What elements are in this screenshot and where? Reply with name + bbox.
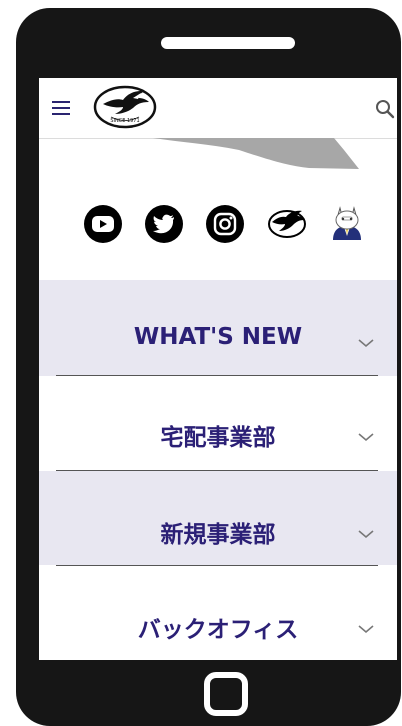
chevron-down-icon[interactable]: [357, 431, 375, 443]
social-links: [39, 204, 397, 246]
search-icon[interactable]: [374, 98, 396, 120]
section-title: WHAT'S NEW: [133, 324, 303, 350]
header-bar: SINCE 1971: [39, 78, 397, 139]
company-logo[interactable]: SINCE 1971: [93, 84, 157, 130]
phone-screen: SINCE 1971 WHAT'S NEW 宅配事業部 新規事業部 バックオフィ…: [39, 78, 397, 660]
section-title: バックオフィス: [137, 617, 299, 643]
section-delivery[interactable]: 宅配事業部: [39, 376, 397, 470]
logo-icon[interactable]: [267, 204, 307, 244]
mascot-icon[interactable]: [327, 204, 367, 244]
phone-speaker: [161, 37, 295, 49]
chevron-down-icon[interactable]: [357, 337, 375, 349]
phone-frame: SINCE 1971 WHAT'S NEW 宅配事業部 新規事業部 バックオフィ…: [16, 8, 401, 726]
section-whats-new[interactable]: WHAT'S NEW: [39, 280, 397, 376]
section-back-office[interactable]: バックオフィス: [39, 566, 397, 660]
svg-text:SINCE 1971: SINCE 1971: [110, 118, 139, 124]
phone-home-button: [204, 672, 248, 716]
chevron-down-icon[interactable]: [357, 623, 375, 635]
hamburger-menu-icon[interactable]: [52, 101, 70, 115]
chevron-down-icon[interactable]: [357, 528, 375, 540]
instagram-icon[interactable]: [205, 204, 245, 244]
hero-image-fragment: [153, 138, 359, 169]
section-title: 新規事業部: [160, 522, 276, 548]
twitter-icon[interactable]: [144, 204, 184, 244]
section-title: 宅配事業部: [160, 425, 276, 451]
section-new-business[interactable]: 新規事業部: [39, 471, 397, 565]
youtube-icon[interactable]: [83, 204, 123, 244]
